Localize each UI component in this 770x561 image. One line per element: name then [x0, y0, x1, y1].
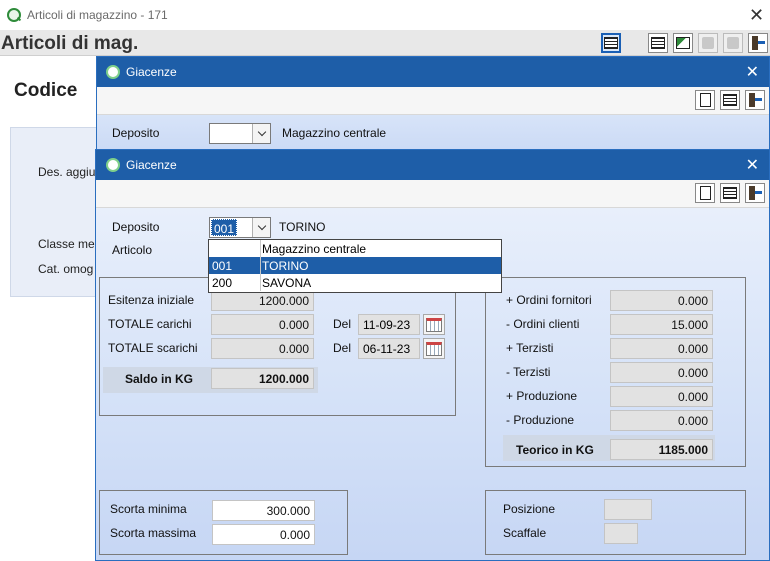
scaffale-field[interactable]	[604, 523, 638, 544]
scorta-massima-field[interactable]: 0.000	[212, 524, 315, 545]
exit-icon	[751, 36, 765, 50]
export-icon	[676, 37, 690, 49]
forecast-label: + Terzisti	[506, 341, 554, 355]
main-toolbar: Articoli di mag.	[0, 30, 770, 56]
deposito-combo[interactable]	[209, 123, 271, 144]
forecast-field: 0.000	[610, 386, 713, 407]
esistenza-field: 1200.000	[211, 290, 314, 311]
deposito-label: Deposito	[112, 126, 160, 140]
dropdown-item[interactable]: Magazzino centrale	[209, 240, 501, 257]
forecast-label: - Terzisti	[506, 365, 551, 379]
forecast-label: + Produzione	[506, 389, 578, 403]
main-titlebar: Articoli di magazzino - 171 ✕	[0, 0, 770, 30]
teorico-field: 1185.000	[610, 439, 713, 460]
deposito-name: Magazzino centrale	[282, 126, 387, 140]
calendar-icon	[426, 317, 442, 332]
carichi-date-field[interactable]: 11-09-23	[358, 314, 420, 335]
main-heading: Articoli di mag.	[1, 33, 139, 54]
articolo-label: Articolo	[112, 243, 153, 257]
giacenze-dialog: Giacenze ✕ Deposito 001 TORINO Articolo …	[95, 149, 770, 561]
new-button[interactable]	[695, 183, 715, 203]
save-icon	[727, 37, 739, 49]
save-button[interactable]	[723, 33, 743, 53]
scorta-minima-field[interactable]: 300.000	[212, 500, 315, 521]
posizione-label: Posizione	[503, 502, 556, 516]
forecast-field: 0.000	[610, 338, 713, 359]
classe-label: Classe me	[38, 237, 95, 251]
deposito-name: TORINO	[279, 220, 326, 234]
dialog-toolbar	[96, 180, 769, 208]
code-label: Codice	[14, 80, 78, 101]
forecast-field: 0.000	[610, 290, 713, 311]
carichi-field: 0.000	[211, 314, 314, 335]
delete-button[interactable]	[698, 33, 718, 53]
dropdown-item[interactable]: 200 SAVONA	[209, 274, 501, 291]
saldo-field: 1200.000	[211, 368, 314, 389]
carichi-label: TOTALE carichi	[108, 317, 192, 331]
scarichi-date-field[interactable]: 06-11-23	[358, 338, 420, 359]
posizione-field[interactable]	[604, 499, 652, 520]
trash-icon	[702, 37, 714, 49]
grid-button[interactable]	[648, 33, 668, 53]
exit-button[interactable]	[745, 90, 765, 110]
carichi-calendar-button[interactable]	[423, 314, 445, 335]
new-button[interactable]	[695, 90, 715, 110]
grid-button[interactable]	[720, 183, 740, 203]
forecast-field: 0.000	[610, 410, 713, 431]
exit-button[interactable]	[748, 33, 768, 53]
exit-button[interactable]	[745, 183, 765, 203]
deposito-label: Deposito	[112, 220, 160, 234]
scarichi-calendar-button[interactable]	[423, 338, 445, 359]
scorta-massima-label: Scorta massima	[110, 526, 197, 540]
app-logo-icon	[106, 158, 120, 172]
forecast-field: 0.000	[610, 362, 713, 383]
dialog-back-title: Giacenze	[126, 65, 177, 79]
scarichi-label: TOTALE scarichi	[108, 341, 198, 355]
forecast-label: - Ordini clienti	[506, 317, 580, 331]
chevron-down-icon[interactable]	[252, 218, 270, 237]
forecast-label: - Produzione	[506, 413, 575, 427]
des-aggiuntiva-label: Des. aggiu	[38, 165, 96, 179]
chevron-down-icon[interactable]	[252, 124, 270, 143]
main-close-icon[interactable]: ✕	[749, 6, 764, 24]
list-view-button[interactable]	[601, 33, 621, 53]
app-logo-icon	[7, 8, 21, 22]
grid-icon	[723, 94, 737, 106]
scarichi-del-label: Del	[333, 341, 352, 355]
scarichi-field: 0.000	[211, 338, 314, 359]
dialog-title: Giacenze	[126, 158, 177, 172]
dialog-back-toolbar	[97, 87, 769, 115]
grid-icon	[723, 187, 737, 199]
carichi-del-label: Del	[333, 317, 352, 331]
close-icon[interactable]: ✕	[746, 155, 759, 175]
teorico-label: Teorico in KG	[516, 443, 594, 457]
cat-omog-label: Cat. omog	[38, 262, 94, 276]
dropdown-item-selected[interactable]: 001 TORINO	[209, 257, 501, 274]
dialog-back-titlebar: Giacenze ✕	[97, 57, 769, 87]
saldo-label: Saldo in KG	[125, 372, 194, 386]
exit-icon	[748, 93, 762, 107]
dialog-titlebar: Giacenze ✕	[96, 150, 769, 180]
deposito-dropdown-list[interactable]: Magazzino centrale 001 TORINO 200 SAVONA	[208, 239, 502, 293]
export-button[interactable]	[673, 33, 693, 53]
close-icon[interactable]: ✕	[746, 62, 759, 82]
esistenza-label: Esitenza iniziale	[108, 293, 195, 307]
grid-icon	[604, 37, 618, 49]
new-document-icon	[699, 93, 711, 107]
grid-icon	[651, 37, 665, 49]
exit-icon	[748, 186, 762, 200]
main-window-title: Articoli di magazzino - 171	[27, 8, 168, 22]
app-logo-icon	[106, 65, 120, 79]
forecast-label: + Ordini fornitori	[506, 293, 592, 307]
grid-button[interactable]	[720, 90, 740, 110]
new-document-icon	[699, 186, 711, 200]
deposito-combo[interactable]: 001	[209, 217, 271, 238]
scaffale-label: Scaffale	[503, 526, 547, 540]
scorta-minima-label: Scorta minima	[110, 502, 187, 516]
forecast-field: 15.000	[610, 314, 713, 335]
calendar-icon	[426, 341, 442, 356]
